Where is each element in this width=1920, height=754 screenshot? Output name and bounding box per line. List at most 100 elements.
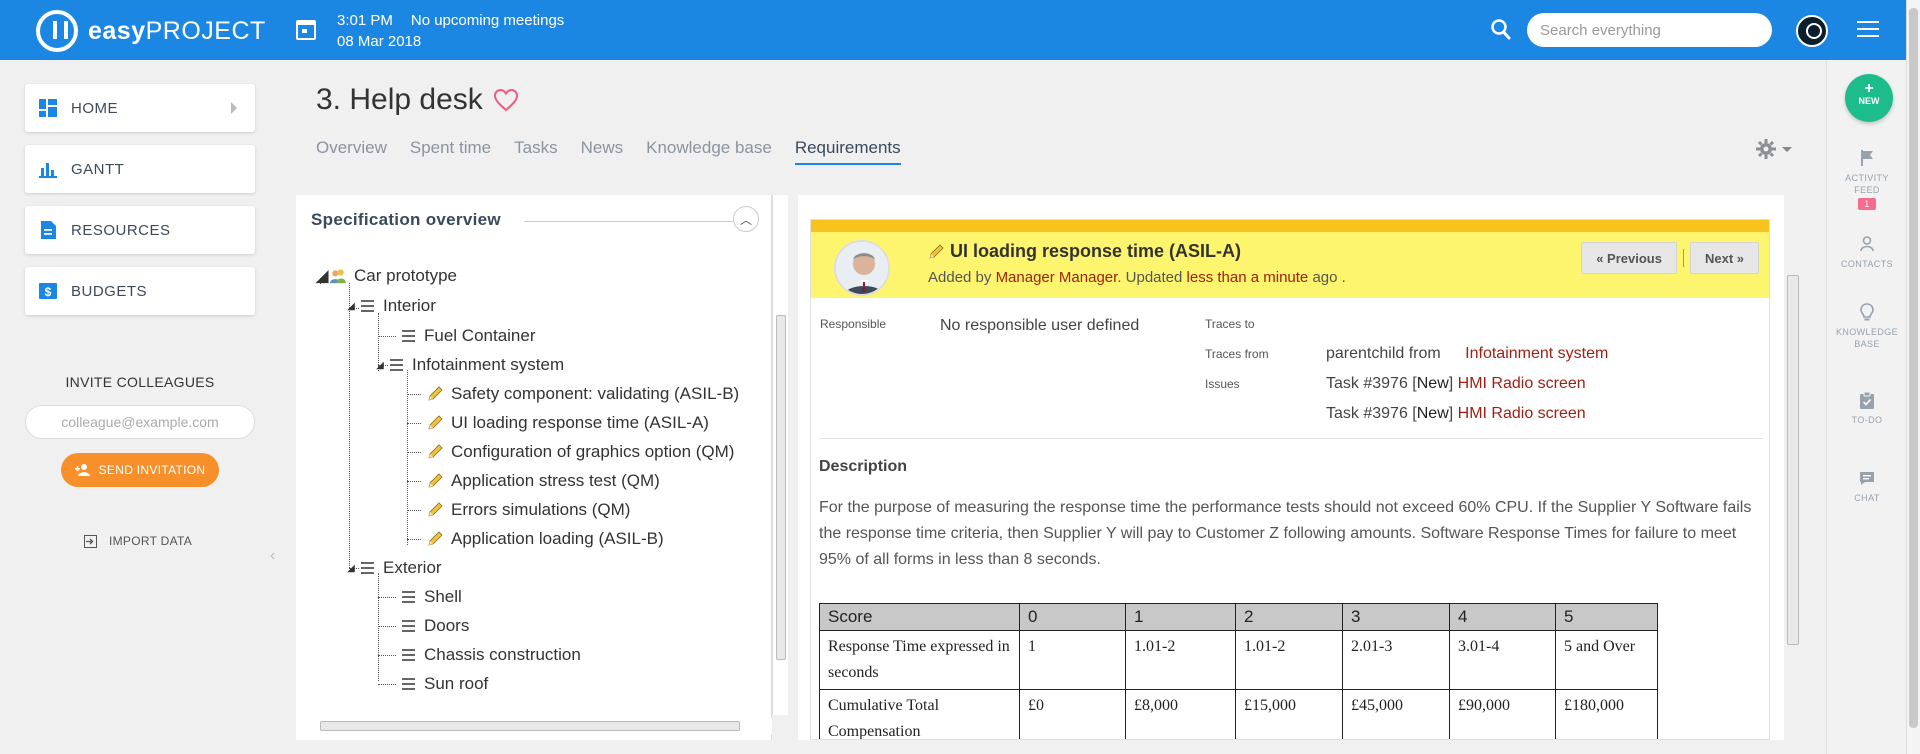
table-cell: 1.01-2 — [1125, 630, 1236, 690]
project-settings-button[interactable] — [1756, 138, 1798, 160]
search-input[interactable] — [1527, 13, 1772, 47]
sidebar-item-budgets[interactable]: $ BUDGETS — [25, 267, 255, 315]
tree-node-fuel-container[interactable]: Fuel Container — [400, 325, 536, 347]
search-icon[interactable] — [1491, 18, 1511, 42]
person-icon — [1857, 234, 1877, 254]
menu-icon[interactable] — [1857, 21, 1879, 39]
tree-node-label: Safety component: validating (ASIL-B) — [451, 384, 740, 403]
tree-node-interior[interactable]: ◢ Interior — [347, 295, 436, 317]
new-button[interactable]: + NEW — [1845, 74, 1893, 122]
rail-item-chat[interactable]: CHAT — [1827, 468, 1907, 504]
send-invitation-button[interactable]: SEND INVITATION — [61, 453, 219, 487]
tree-node-requirement[interactable]: Application loading (ASIL-B) — [427, 528, 664, 550]
table-cell: £45,000 — [1342, 689, 1450, 739]
author-link[interactable]: Manager Manager — [996, 269, 1118, 286]
tree-node-requirement[interactable]: Application stress test (QM) — [427, 470, 660, 492]
tree-node-label: Application stress test (QM) — [451, 471, 660, 490]
logo-text-rest: PROJECT — [145, 16, 266, 45]
issues-label: Issues — [1205, 377, 1240, 391]
compensation-table: Score 0 1 2 3 4 5 Response Time expresse… — [819, 603, 1658, 739]
tree-node-doors[interactable]: Doors — [400, 615, 469, 637]
table-cell: 3.01-4 — [1449, 630, 1556, 690]
requirement-title: UI loading response time (ASIL-A) — [928, 241, 1241, 262]
table-header-cell: 3 — [1342, 603, 1450, 631]
sidebar-item-gantt[interactable]: GANTT — [25, 145, 255, 193]
expanded-toggle-icon[interactable]: ◢ — [376, 357, 384, 373]
tree-node-label: Fuel Container — [424, 326, 536, 345]
user-avatar[interactable] — [1796, 15, 1828, 47]
tree-node-sun-roof[interactable]: Sun roof — [400, 673, 488, 695]
expanded-toggle-icon[interactable]: ◢ — [347, 298, 355, 314]
rail-item-label: TO-DO — [1851, 415, 1883, 425]
send-invitation-label: SEND INVITATION — [98, 463, 206, 477]
tree-node-label: Shell — [424, 587, 462, 606]
tree-node-label: Errors simulations (QM) — [451, 500, 631, 519]
import-icon — [84, 534, 97, 548]
table-cell: 2.01-3 — [1342, 630, 1450, 690]
expanded-toggle-icon[interactable]: ◢ — [347, 560, 355, 576]
sidebar-item-label: HOME — [71, 99, 118, 117]
tree-node-chassis[interactable]: Chassis construction — [400, 644, 581, 666]
author-avatar[interactable] — [834, 240, 890, 296]
document-icon — [359, 298, 375, 314]
invite-email-field[interactable] — [25, 405, 255, 439]
tree-node-requirement[interactable]: Configuration of graphics option (QM) — [427, 441, 734, 463]
sidebar-item-home[interactable]: HOME — [25, 84, 255, 132]
plus-icon: + — [1864, 80, 1874, 97]
issue-link[interactable]: HMI Radio screen — [1458, 405, 1586, 422]
expanded-toggle-icon[interactable]: ◢ — [315, 266, 328, 285]
divider — [819, 438, 1763, 439]
tab-spent-time[interactable]: Spent time — [410, 138, 491, 165]
spec-vertical-scrollbar[interactable] — [772, 195, 788, 715]
tree-node-label: Sun roof — [424, 674, 489, 693]
tree-node-exterior[interactable]: ◢ Exterior — [347, 557, 441, 579]
top-bar: easyPROJECT 3:01 PM No upcoming meetings… — [0, 0, 1920, 60]
updated-time-link[interactable]: less than a minute — [1187, 269, 1309, 286]
tab-requirements[interactable]: Requirements — [794, 138, 901, 165]
rail-item-knowledge-base[interactable]: KNOWLEDGE BASE — [1827, 302, 1907, 350]
pencil-icon — [929, 243, 944, 259]
tree-node-requirement[interactable]: UI loading response time (ASIL-A) — [427, 412, 709, 434]
meetings-text: No upcoming meetings — [410, 12, 565, 29]
page-scrollbar[interactable] — [1906, 0, 1920, 754]
document-icon — [400, 647, 416, 663]
tab-overview[interactable]: Overview — [316, 138, 387, 165]
tab-tasks[interactable]: Tasks — [514, 138, 557, 165]
previous-button[interactable]: « Previous — [1581, 242, 1677, 274]
spec-horizontal-scrollbar[interactable] — [310, 718, 772, 734]
table-header-row: Score 0 1 2 3 4 5 — [819, 603, 1658, 631]
traces-to-label: Traces to — [1205, 317, 1255, 331]
heart-icon[interactable] — [493, 88, 519, 112]
next-button[interactable]: Next » — [1689, 242, 1759, 274]
rail-item-todo[interactable]: TO-DO — [1827, 390, 1907, 426]
tab-news[interactable]: News — [581, 138, 624, 165]
calendar-icon[interactable] — [296, 20, 316, 40]
tree-node-car-prototype[interactable]: ◢ Car prototype — [315, 265, 457, 287]
tree-node-label: Configuration of graphics option (QM) — [451, 442, 735, 461]
pencil-icon — [428, 531, 443, 546]
collapse-sidebar-icon[interactable]: ‹ — [270, 547, 280, 564]
app-logo[interactable]: easyPROJECT — [36, 10, 266, 52]
tab-knowledge-base[interactable]: Knowledge base — [646, 138, 772, 165]
issue-link[interactable]: HMI Radio screen — [1458, 375, 1586, 392]
detail-vertical-scrollbar[interactable] — [1786, 195, 1802, 735]
pencil-icon — [428, 473, 443, 488]
rail-item-activity-feed[interactable]: ACTIVITY FEED 1 — [1827, 148, 1907, 210]
traces-from-link[interactable]: Infotainment system — [1465, 345, 1608, 362]
requirement-header: UI loading response time (ASIL-A) Added … — [811, 232, 1769, 298]
import-data-link[interactable]: IMPORT DATA — [84, 534, 192, 548]
tree-node-requirement[interactable]: Safety component: validating (ASIL-B) — [427, 383, 739, 405]
issue-status: New — [1416, 375, 1449, 392]
tree-node-shell[interactable]: Shell — [400, 586, 462, 608]
document-icon — [359, 560, 375, 576]
current-time: 3:01 PM — [337, 12, 393, 29]
issue-mid: ] — [1448, 375, 1454, 392]
tree-node-requirement[interactable]: Errors simulations (QM) — [427, 499, 630, 521]
meeting-info[interactable]: 3:01 PM No upcoming meetings 08 Mar 2018 — [337, 10, 564, 52]
sidebar-item-resources[interactable]: RESOURCES — [25, 206, 255, 254]
table-header-cell: 1 — [1125, 603, 1236, 631]
issue-prefix: Task #3976 [ — [1326, 405, 1417, 422]
tree-node-infotainment[interactable]: ◢ Infotainment system — [376, 354, 564, 376]
rail-item-contacts[interactable]: CONTACTS — [1827, 234, 1907, 270]
pencil-icon — [428, 444, 443, 459]
